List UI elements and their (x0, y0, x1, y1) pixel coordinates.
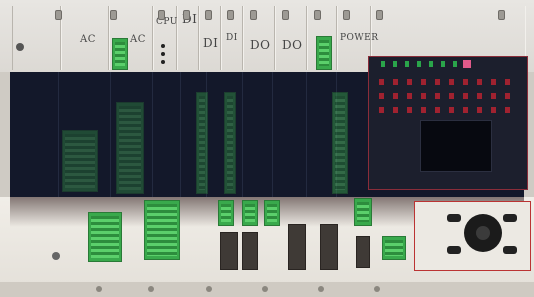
label-ac-2: AC (130, 34, 146, 45)
screw-icon (205, 10, 212, 20)
function-key-icon (447, 214, 461, 222)
terminal-block (316, 36, 332, 70)
label-ac-1: AC (80, 34, 96, 45)
module-slot (288, 224, 306, 270)
terminal-block (224, 92, 236, 194)
screw-icon (376, 10, 383, 20)
label-di-3: DI (226, 33, 238, 43)
terminal-block (382, 236, 406, 260)
nut-icon (318, 286, 324, 292)
terminal-block (332, 92, 348, 194)
label-di-2: DI (203, 36, 219, 50)
terminal-block (112, 38, 128, 70)
screw-icon (343, 10, 350, 20)
nut-icon (148, 286, 154, 292)
module-edge (180, 72, 181, 197)
module-slot (220, 232, 238, 270)
status-led-icon (463, 60, 471, 68)
module-edge (242, 72, 243, 197)
hmi-keypad (414, 201, 531, 271)
screw-icon (250, 10, 257, 20)
module-slot (242, 232, 258, 270)
function-key-icon (447, 246, 461, 254)
nut-icon (206, 286, 212, 292)
module-edge (152, 72, 153, 197)
cpu-module (152, 6, 178, 70)
screw-icon (110, 10, 117, 20)
terminal-block (62, 130, 98, 192)
label-do-1: DO (250, 38, 271, 52)
module-edge (110, 72, 111, 197)
navigation-dpad-icon (464, 214, 502, 252)
function-key-icon (503, 246, 517, 254)
status-led-icon (161, 52, 165, 56)
nut-icon (96, 286, 102, 292)
module-edge (306, 72, 307, 197)
status-led-icon (161, 60, 165, 64)
terminal-block (144, 200, 180, 260)
terminal-block (242, 200, 258, 226)
mounting-hole-icon (16, 43, 24, 51)
screw-icon (158, 10, 165, 20)
terminal-block (196, 92, 208, 194)
terminal-block (88, 212, 122, 262)
led-row (379, 93, 514, 99)
screw-icon (314, 10, 321, 20)
module-edge (58, 72, 59, 197)
terminal-block (354, 198, 372, 226)
terminal-block (116, 102, 144, 194)
nut-icon (262, 286, 268, 292)
label-do-2: DO (282, 38, 303, 52)
screw-icon (183, 10, 190, 20)
led-row (379, 79, 514, 85)
label-power: POWER (340, 33, 379, 43)
led-row (379, 107, 514, 113)
module-edge (272, 72, 273, 197)
module-slot (356, 236, 370, 268)
led-row (381, 61, 471, 67)
terminal-block (264, 200, 280, 226)
terminal-block (218, 200, 234, 226)
plc-cabinet-photo: AC AC CPU DI DI DI DO DO POWER (0, 0, 534, 297)
mounting-hole-icon (52, 252, 60, 260)
module-slot (320, 224, 338, 270)
screw-icon (55, 10, 62, 20)
lcd-screen (420, 120, 492, 172)
function-key-icon (503, 214, 517, 222)
screw-icon (282, 10, 289, 20)
screw-icon (227, 10, 234, 20)
status-led-icon (161, 44, 165, 48)
screw-icon (498, 10, 505, 20)
nut-icon (374, 286, 380, 292)
